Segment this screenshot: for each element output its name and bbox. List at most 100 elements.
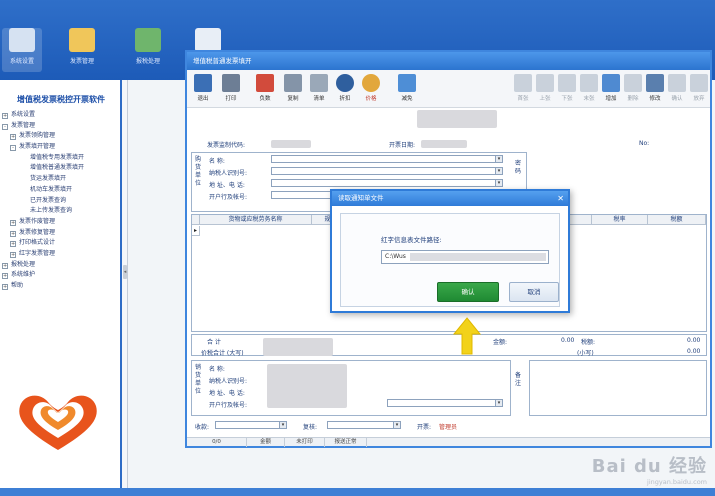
redacted-total (263, 338, 333, 356)
status-report: 报送正常 (325, 438, 367, 447)
tree-item[interactable]: + 打印格式设计 (2, 238, 120, 249)
toolbar-edit-button[interactable]: 修改 (643, 74, 667, 102)
toolbar-first-button[interactable]: 首张 (511, 74, 535, 102)
toolbar-prev-button[interactable]: 上张 (533, 74, 557, 102)
issuer-label: 开票: (417, 424, 432, 431)
toolbar-negative-button[interactable]: 负数 (253, 74, 277, 102)
toolbar-copy-button[interactable]: 复制 (281, 74, 305, 102)
toolbar-add-button[interactable]: 增加 (599, 74, 623, 102)
sidebar-title: 增值税发票税控开票软件 (17, 95, 105, 104)
dropdown-arrow-icon[interactable]: ▾ (393, 422, 400, 428)
invoice-date-label: 开票日期: (389, 142, 416, 149)
tree-item[interactable]: + 红字发票管理 (2, 249, 120, 260)
payee-input[interactable]: ▾ (215, 421, 287, 429)
tree-item[interactable]: + 系统维护 (2, 270, 120, 281)
status-print: 未打印 (285, 438, 325, 447)
tree-item[interactable]: 增值税普通发票填开 (2, 163, 120, 174)
toolbar-delete-button[interactable]: 删除 (621, 74, 645, 102)
reviewer-label: 复核: (303, 424, 318, 431)
tree-item[interactable]: + 发票领购管理 (2, 131, 120, 142)
tree-item[interactable]: 未上传发票查询 (2, 206, 120, 217)
redacted-title-area (417, 110, 497, 128)
add-icon (602, 74, 620, 92)
collapse-grip-icon[interactable]: ◂ (123, 265, 127, 279)
discount-icon (336, 74, 354, 92)
remark-side-label: 备注 (514, 372, 521, 387)
close-icon[interactable]: ✕ (557, 191, 564, 206)
confirm-icon (668, 74, 686, 92)
sidebar: 增值税发票税控开票软件 + 系统设置 - 发票管理 + 发票领购管理 - 发票填开管理 … (0, 80, 122, 490)
tree-item[interactable]: - 发票填开管理 (2, 142, 120, 153)
dropdown-arrow-icon[interactable]: ▾ (495, 156, 502, 162)
footer-bar (0, 488, 715, 496)
seller-name-label: 名 称: (209, 366, 225, 373)
dropdown-arrow-icon[interactable]: ▾ (495, 400, 502, 406)
tree-item[interactable]: 增值税专用发票填开 (2, 153, 120, 164)
tree-item[interactable]: + 系统设置 (2, 110, 120, 121)
tree-item[interactable]: + 报税处理 (2, 260, 120, 271)
tree-item[interactable]: + 帮助 (2, 281, 120, 292)
redacted-date (421, 140, 467, 148)
topbar-btn-tax-report[interactable]: 报税处理 (128, 28, 168, 72)
tax-value: 0.00 (687, 337, 701, 344)
redacted-path (410, 253, 546, 261)
dropdown-arrow-icon[interactable]: ▾ (279, 422, 286, 428)
buyer-name-input[interactable]: ▾ (271, 155, 503, 163)
toolbar-last-button[interactable]: 末张 (577, 74, 601, 102)
read-notice-dialog: 读取通知单文件 ✕ 红字信息表文件路径: C:\Wus 确认 取消 (330, 189, 570, 313)
issuer-value: 管理员 (439, 424, 458, 431)
delete-icon (624, 74, 642, 92)
tree-item[interactable]: - 发票管理 (2, 121, 120, 132)
tree-item[interactable]: + 发票修复管理 (2, 228, 120, 239)
col-goods-name[interactable]: 货物或应税劳务名称 (200, 215, 312, 225)
seller-bank-input[interactable]: ▾ (387, 399, 503, 407)
file-path-label: 红字信息表文件路径: (381, 236, 442, 244)
toolbar-print-button[interactable]: 打印 (219, 74, 243, 102)
tree-item[interactable]: 已开发票查询 (2, 196, 120, 207)
lower-case-value: 0.00 (687, 348, 701, 355)
dialog-title: 读取通知单文件 ✕ (332, 191, 568, 206)
topbar-btn-system-settings[interactable]: 系统设置 (2, 28, 42, 72)
toolbar-list-button[interactable]: 清单 (307, 74, 331, 102)
topbar-btn-invoice-management[interactable]: 发票管理 (62, 28, 102, 72)
toolbar-reduce-button[interactable]: 减免 (395, 74, 419, 102)
reviewer-input[interactable]: ▾ (327, 421, 401, 429)
buyer-address-input[interactable]: ▾ (271, 179, 503, 187)
redacted-code (271, 140, 311, 148)
col-rate[interactable]: 税率 (592, 215, 648, 225)
discard-icon (690, 74, 708, 92)
row-pointer-icon: ▸ (192, 226, 200, 236)
topbar-btn-label: 系统设置 (9, 58, 34, 65)
password-side-label: 密码 (514, 160, 521, 175)
copy-icon (284, 74, 302, 92)
confirm-button[interactable]: 确认 (437, 282, 499, 302)
buyer-taxid-label: 纳税人识别号: (209, 170, 248, 177)
tree-item[interactable]: 货运发票填开 (2, 174, 120, 185)
file-path-input[interactable]: C:\Wus (381, 250, 549, 264)
toolbar-discard-button[interactable]: 放弃 (687, 74, 711, 102)
watermark: Bai du 经验 jingyan.baidu.com (592, 452, 707, 486)
tax-report-icon (135, 28, 161, 52)
toolbar-next-button[interactable]: 下张 (555, 74, 579, 102)
negative-icon (256, 74, 274, 92)
toolbar-discount-button[interactable]: 折扣 (333, 74, 357, 102)
invoice-code-label: 发票监制代码: (207, 142, 246, 149)
tree-item[interactable]: 机动车发票填开 (2, 185, 120, 196)
tree-item[interactable]: + 发票作废管理 (2, 217, 120, 228)
price-tax-label: 价税合计 (大写) (201, 350, 244, 357)
remark-input[interactable] (529, 360, 707, 416)
dropdown-arrow-icon[interactable]: ▾ (495, 168, 502, 174)
toolbar-confirm-button[interactable]: 确认 (665, 74, 689, 102)
cancel-button[interactable]: 取消 (509, 282, 559, 302)
dropdown-arrow-icon[interactable]: ▾ (495, 180, 502, 186)
seller-side-label: 销货单位 (194, 364, 201, 395)
toolbar-price-button[interactable]: 价格 (359, 74, 383, 102)
status-page: 0/0 (187, 438, 247, 447)
watermark-url: jingyan.baidu.com (647, 478, 707, 486)
buyer-taxid-input[interactable]: ▾ (271, 167, 503, 175)
toolbar-exit-button[interactable]: 退出 (191, 74, 215, 102)
prev-icon (536, 74, 554, 92)
col-tax[interactable]: 税额 (648, 215, 706, 225)
tax-label: 税额: (581, 339, 596, 346)
heart-logo-icon (19, 395, 97, 450)
